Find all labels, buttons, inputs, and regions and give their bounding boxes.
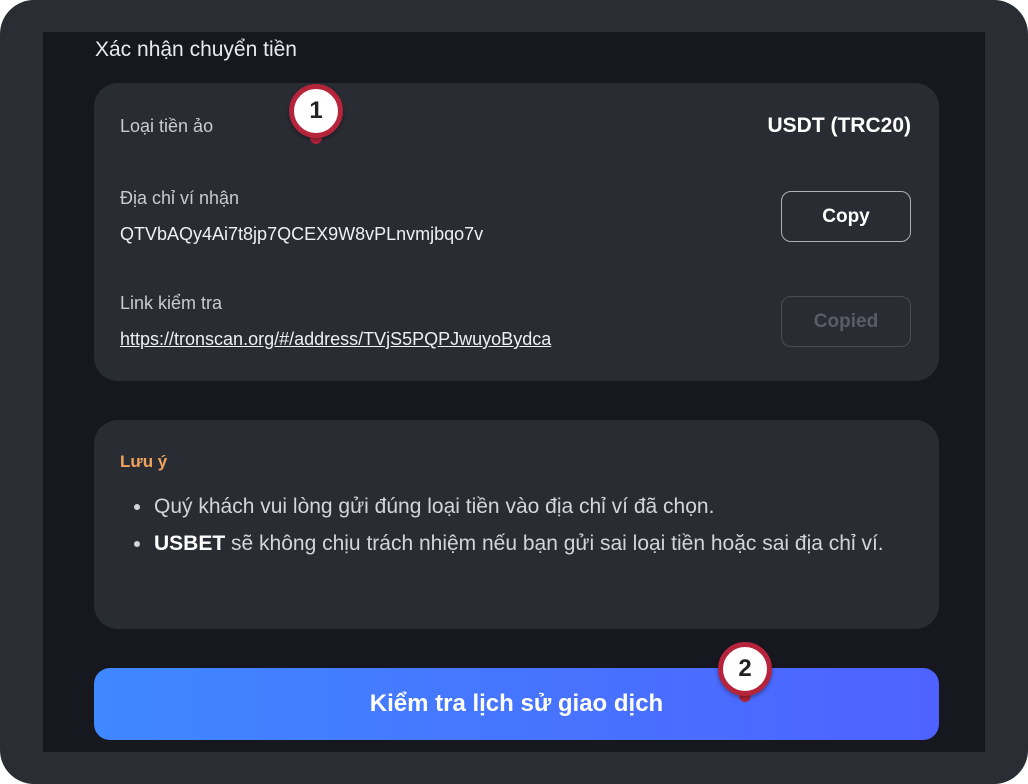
note-item: USBET sẽ không chịu trách nhiệm nếu bạn … xyxy=(120,527,910,560)
transfer-info-card: Loại tiền ảo USDT (TRC20) Địa chỉ ví nhậ… xyxy=(94,83,939,381)
note-item-text: sẽ không chịu trách nhiệm nếu bạn gửi sa… xyxy=(225,532,884,555)
check-link[interactable]: https://tronscan.org/#/address/TVjS5PQPJ… xyxy=(120,329,551,350)
screen: Xác nhận chuyển tiền Loại tiền ảo USDT (… xyxy=(43,32,985,752)
step-marker-2: 2 xyxy=(718,642,772,702)
wallet-address-value: QTVbAQy4Ai7t8jp7QCEX9W8vPLnvmjbqo7v xyxy=(120,224,484,244)
check-link-label: Link kiểm tra xyxy=(120,293,223,313)
step-marker-1: 1 xyxy=(289,84,343,144)
check-history-button[interactable]: Kiểm tra lịch sử giao dịch xyxy=(94,668,939,740)
coin-type-label: Loại tiền ảo xyxy=(120,116,214,136)
note-card: Lưu ý Quý khách vui lòng gửi đúng loại t… xyxy=(94,420,939,629)
marker-badge: 2 xyxy=(718,642,772,696)
page-title: Xác nhận chuyển tiền xyxy=(95,38,297,61)
note-title: Lưu ý xyxy=(120,452,168,471)
note-list: Quý khách vui lòng gửi đúng loại tiền và… xyxy=(120,490,910,564)
copied-button[interactable]: Copied xyxy=(781,296,911,347)
bullet-icon xyxy=(134,504,140,510)
bullet-icon xyxy=(134,541,140,547)
copy-button[interactable]: Copy xyxy=(781,191,911,242)
marker-badge: 1 xyxy=(289,84,343,138)
wallet-address-label: Địa chỉ ví nhận xyxy=(120,188,240,208)
note-item: Quý khách vui lòng gửi đúng loại tiền và… xyxy=(120,490,910,523)
note-item-text: Quý khách vui lòng gửi đúng loại tiền và… xyxy=(154,495,715,518)
coin-type-value: USDT (TRC20) xyxy=(767,114,911,137)
brand-name: USBET xyxy=(154,532,226,555)
device-frame: Xác nhận chuyển tiền Loại tiền ảo USDT (… xyxy=(0,0,1028,784)
